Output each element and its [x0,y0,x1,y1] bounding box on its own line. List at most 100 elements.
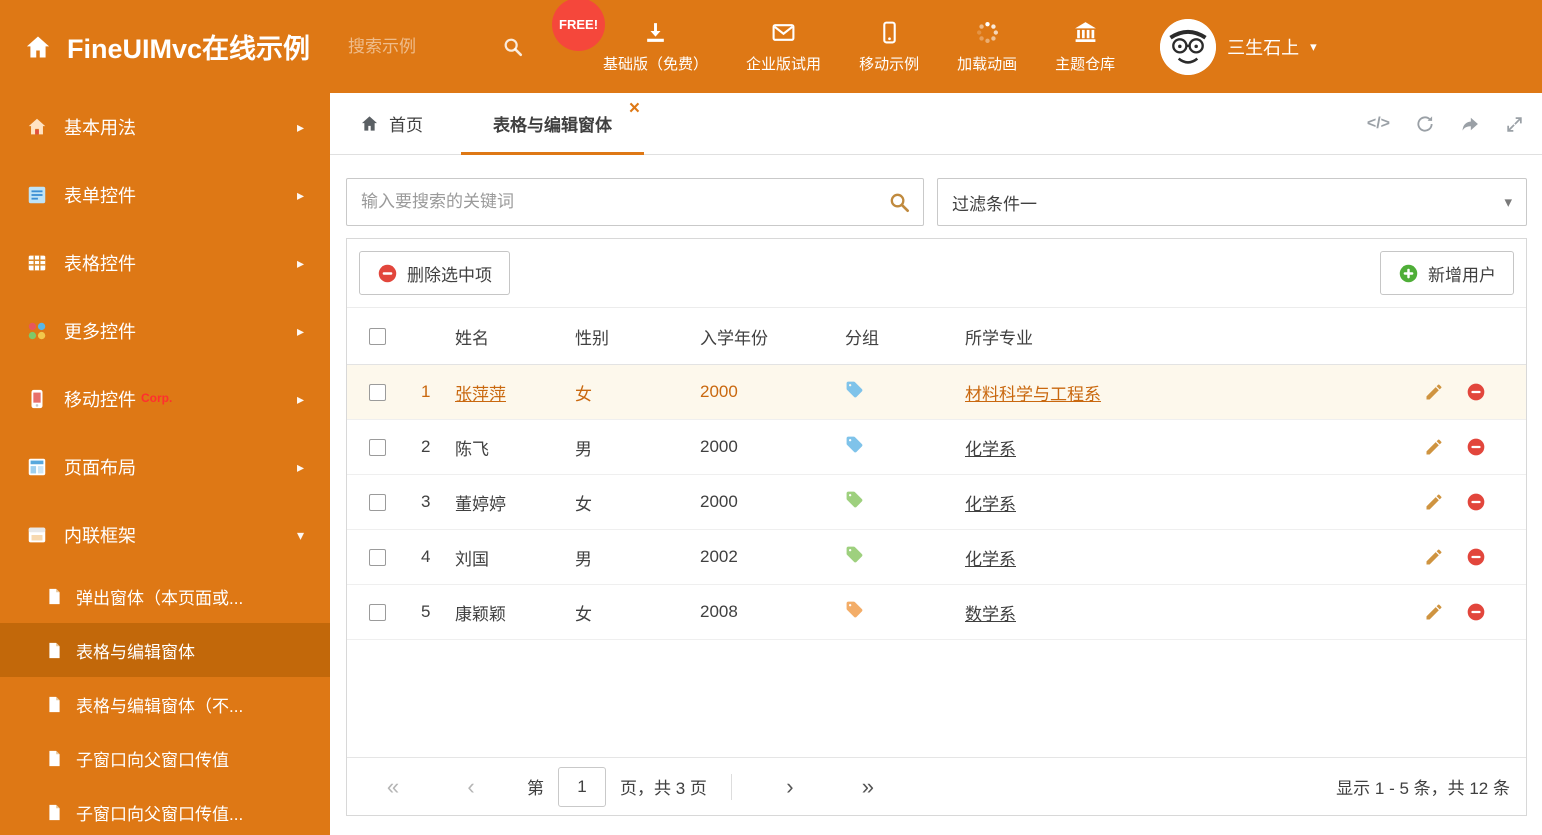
prev-page-button[interactable]: ‹ [441,774,501,800]
table-icon [26,252,48,274]
page-number-input[interactable] [558,766,606,807]
layout-icon [26,456,48,478]
close-icon[interactable]: × [629,99,640,118]
sidebar-item-basic-usage[interactable]: 基本用法 ▸ [0,93,330,161]
submenu-item-label: 表格与编辑窗体（不... [76,696,244,716]
student-gender: 男 [575,549,592,569]
nav-label: 移动示例 [859,55,920,73]
home-icon [24,33,52,61]
corp-badge: Corp. [141,391,173,405]
table-empty-space [347,640,1526,757]
brand[interactable]: FineUIMvc在线示例 [0,27,310,66]
search-icon[interactable] [888,191,911,214]
table-row[interactable]: 2 陈飞 男 2000 化学系 [347,420,1526,475]
search-icon[interactable] [502,36,524,58]
table-row[interactable]: 5 康颖颖 女 2008 数学系 [347,585,1526,640]
row-checkbox[interactable] [368,438,386,456]
sidebar-item-page-layout[interactable]: 页面布局 ▸ [0,433,330,501]
submenu-item-child-to-parent-2[interactable]: 子窗口向父窗口传值... [0,785,330,835]
keyword-input[interactable] [347,179,923,225]
plus-circle-icon [1398,263,1419,284]
row-checkbox[interactable] [368,548,386,566]
share-icon[interactable] [1460,114,1480,134]
major-link[interactable]: 化学系 [965,440,1016,459]
major-link[interactable]: 数学系 [965,605,1016,624]
row-checkbox[interactable] [368,383,386,401]
user-menu[interactable]: 三生石上 ▾ [1160,18,1333,75]
major-link[interactable]: 材料科学与工程系 [965,385,1101,404]
row-index: 5 [421,602,431,621]
major-link[interactable]: 化学系 [965,550,1016,569]
delete-icon[interactable] [1466,382,1486,402]
tab-grid-edit-window[interactable]: 表格与编辑窗体 × [461,93,644,155]
sidebar-item-label: 页面布局 [64,458,136,478]
major-link[interactable]: 化学系 [965,495,1016,514]
nav-basic-free[interactable]: FREE! 基础版（免费） [552,0,727,93]
bank-icon [1073,20,1098,45]
button-label: 新增用户 [1428,265,1496,285]
first-page-button[interactable]: « [363,774,423,800]
button-label: 删除选中项 [407,265,492,285]
submenu-item-popup-window[interactable]: 弹出窗体（本页面或... [0,569,330,623]
sidebar-item-mobile-controls[interactable]: 移动控件 Corp. ▸ [0,365,330,433]
tag-icon [845,380,864,399]
delete-icon[interactable] [1466,492,1486,512]
last-page-button[interactable]: » [838,774,898,800]
refresh-icon[interactable] [1415,114,1435,134]
caret-down-icon: ▾ [1310,38,1317,54]
row-checkbox[interactable] [368,493,386,511]
sidebar-item-iframe[interactable]: 内联框架 ▾ [0,501,330,569]
tab-label: 表格与编辑窗体 [493,116,612,135]
select-all-checkbox[interactable] [368,327,386,345]
col-header-name: 姓名 [455,328,489,348]
sidebar-item-form-controls[interactable]: 表单控件 ▸ [0,161,330,229]
source-code-icon[interactable]: </> [1367,115,1390,133]
col-header-group: 分组 [845,328,879,348]
tab-home[interactable]: 首页 [360,93,423,154]
table-row[interactable]: 4 刘国 男 2002 化学系 [347,530,1526,585]
nav-loading-animation[interactable]: 加载动画 [938,0,1036,93]
edit-icon[interactable] [1424,382,1444,402]
header-search-input[interactable] [348,36,497,57]
student-name: 康颖颖 [455,604,506,624]
fullscreen-icon[interactable] [1505,115,1524,134]
delete-icon[interactable] [1466,547,1486,567]
sidebar-item-grid-controls[interactable]: 表格控件 ▸ [0,229,330,297]
table-row[interactable]: 1 张萍萍 女 2000 材料科学与工程系 [347,365,1526,420]
edit-icon[interactable] [1424,437,1444,457]
envelope-icon [771,20,796,45]
student-year: 2002 [700,547,738,566]
nav-enterprise-trial[interactable]: 企业版试用 [727,0,840,93]
filter-dropdown[interactable]: 过滤条件一 ▾ [937,178,1527,226]
file-icon [46,804,63,821]
nav-theme-repo[interactable]: 主题仓库 [1036,0,1134,93]
sidebar-submenu: 弹出窗体（本页面或... 表格与编辑窗体 表格与编辑窗体（不... 子窗口向父窗… [0,569,330,835]
next-page-button[interactable]: › [760,774,820,800]
delete-selected-button[interactable]: 删除选中项 [359,251,510,295]
row-index: 1 [421,382,431,401]
edit-icon[interactable] [1424,492,1444,512]
table-row[interactable]: 3 董婷婷 女 2000 化学系 [347,475,1526,530]
edit-icon[interactable] [1424,547,1444,567]
record-summary: 显示 1 - 5 条，共 12 条 [1336,779,1510,798]
submenu-item-child-to-parent[interactable]: 子窗口向父窗口传值 [0,731,330,785]
form-icon [26,184,48,206]
nav-mobile-demo[interactable]: 移动示例 [840,0,938,93]
row-checkbox[interactable] [368,603,386,621]
submenu-item-label: 弹出窗体（本页面或... [76,588,244,608]
delete-icon[interactable] [1466,437,1486,457]
submenu-item-grid-edit-window-2[interactable]: 表格与编辑窗体（不... [0,677,330,731]
submenu-item-label: 子窗口向父窗口传值 [76,750,229,770]
sidebar-item-more-controls[interactable]: 更多控件 ▸ [0,297,330,365]
row-index: 4 [421,547,431,566]
submenu-item-label: 子窗口向父窗口传值... [76,804,244,824]
tag-icon [845,490,864,509]
grid-toolbar: 删除选中项 新增用户 [347,239,1526,308]
delete-icon[interactable] [1466,602,1486,622]
add-user-button[interactable]: 新增用户 [1380,251,1514,295]
edit-icon[interactable] [1424,602,1444,622]
student-name: 陈飞 [455,439,489,459]
submenu-item-grid-edit-window[interactable]: 表格与编辑窗体 [0,623,330,677]
page-prefix-label: 第 [527,779,544,798]
student-name-link[interactable]: 张萍萍 [455,385,506,404]
